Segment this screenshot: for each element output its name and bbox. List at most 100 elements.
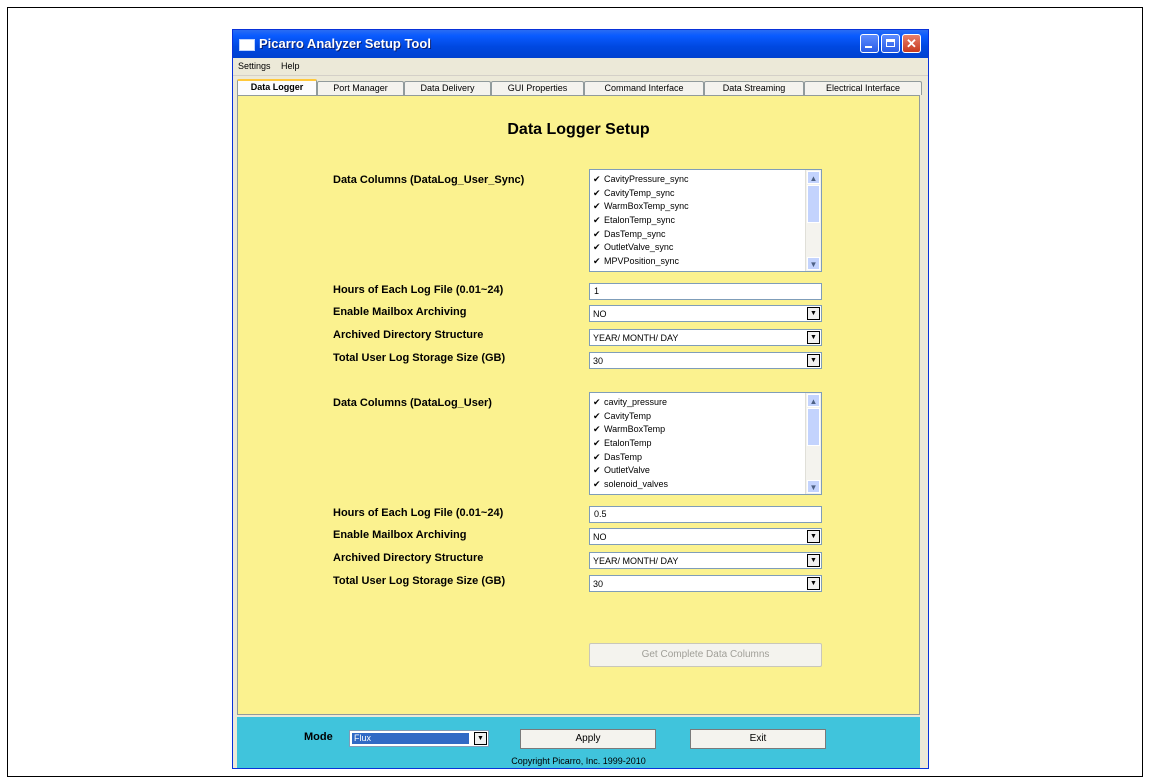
check-icon[interactable]: ✔ (593, 228, 601, 242)
list-item[interactable]: ✔ MPVPosition_sync (593, 255, 805, 269)
minimize-button[interactable] (860, 34, 879, 53)
user-storage-select[interactable]: 30 ▼ (589, 575, 822, 592)
list-item[interactable]: ✔ cavity_pressure (593, 396, 805, 410)
maximize-icon (886, 39, 895, 47)
check-icon[interactable]: ✔ (593, 214, 601, 228)
scroll-thumb[interactable] (807, 185, 820, 223)
menu-settings[interactable]: Settings (238, 61, 271, 71)
tab-bar: Data Logger Port Manager Data Delivery G… (237, 79, 924, 96)
page-title: Data Logger Setup (507, 121, 650, 138)
check-icon[interactable]: ✔ (593, 187, 601, 201)
apply-button[interactable]: Apply (520, 729, 656, 749)
check-icon[interactable]: ✔ (593, 464, 601, 478)
sync-columns-list[interactable]: ✔ CavityPressure_sync ✔ CavityTemp_sync ✔ War… (589, 169, 822, 272)
list-item[interactable]: ✔ EtalonTemp_sync (593, 214, 805, 228)
sync-mailbox-select[interactable]: NO ▼ (589, 305, 822, 322)
chevron-down-icon[interactable]: ▼ (807, 554, 820, 567)
list-item[interactable]: ✔ CavityPressure_sync (593, 173, 805, 187)
scroll-thumb[interactable] (807, 408, 820, 446)
chevron-down-icon[interactable]: ▼ (807, 354, 820, 367)
sync-hours-input[interactable]: 1 (589, 283, 822, 300)
chevron-down-icon[interactable]: ▼ (807, 530, 820, 543)
tab-data-streaming[interactable]: Data Streaming (704, 81, 804, 95)
list-item-label: WarmBoxTemp_sync (604, 201, 689, 212)
list-item[interactable]: ✔ solenoid_valves (593, 478, 805, 492)
chevron-down-icon[interactable]: ▼ (807, 331, 820, 344)
list-item-label: MPVPosition_sync (604, 256, 680, 267)
title-bar[interactable]: Picarro Analyzer Setup Tool ✕ (233, 30, 928, 59)
sync-directory-select[interactable]: YEAR/ MONTH/ DAY ▼ (589, 329, 822, 346)
check-icon[interactable]: ✔ (593, 478, 601, 492)
tab-electrical-interface[interactable]: Electrical Interface (804, 81, 922, 95)
menu-help[interactable]: Help (281, 61, 300, 71)
exit-button[interactable]: Exit (690, 729, 826, 749)
check-icon[interactable]: ✔ (593, 492, 601, 494)
list-item[interactable]: ✔ OutletValve (593, 464, 805, 478)
list-item[interactable]: ✔ DasTemp_sync (593, 228, 805, 242)
user-hours-input[interactable]: 0.5 (589, 506, 822, 523)
list-item[interactable]: ✔ OutletValve_sync (593, 241, 805, 255)
tab-command-interface[interactable]: Command Interface (584, 81, 704, 95)
chevron-down-icon[interactable]: ▼ (807, 577, 820, 590)
check-icon[interactable]: ✔ (593, 269, 601, 271)
mode-select[interactable]: Flux ▼ (349, 730, 489, 747)
list-item[interactable]: ✔ WarmBoxTemp (593, 423, 805, 437)
list-item[interactable]: ✔CH4_sync (593, 269, 805, 271)
list-item-label: OutletValve (604, 465, 650, 476)
sync-columns-items: ✔ CavityPressure_sync ✔ CavityTemp_sync ✔ War… (593, 173, 805, 271)
user-directory-label: Archived Directory Structure (333, 552, 484, 564)
list-item-label: DasTemp (604, 451, 643, 462)
list-item[interactable]: ✔ DasTemp (593, 451, 805, 465)
user-directory-select[interactable]: YEAR/ MONTH/ DAY ▼ (589, 552, 822, 569)
sync-mailbox-label: Enable Mailbox Archiving (333, 306, 467, 318)
chevron-down-icon[interactable]: ▼ (807, 307, 820, 320)
list-item-label: solenoid_valves (604, 479, 669, 490)
list-item-label: cavity_pressure (604, 397, 668, 407)
app-icon (239, 39, 255, 51)
list-item[interactable]: ✔ CavityTemp_sync (593, 187, 805, 201)
get-complete-columns-button[interactable]: Get Complete Data Columns (589, 643, 822, 667)
user-directory-value: YEAR/ MONTH/ DAY (593, 556, 679, 566)
user-mailbox-value: NO (593, 532, 607, 542)
list-item[interactable]: ✔MPVPosition (593, 492, 805, 494)
check-icon[interactable]: ✔ (593, 200, 601, 214)
user-storage-label: Total User Log Storage Size (GB) (333, 575, 506, 587)
sync-mailbox-value: NO (593, 309, 607, 319)
sync-columns-scrollbar[interactable]: ▲ ▼ (805, 170, 821, 271)
list-item[interactable]: ✔ EtalonTemp (593, 437, 805, 451)
check-icon[interactable]: ✔ (593, 423, 601, 437)
sync-storage-select[interactable]: 30 ▼ (589, 352, 822, 369)
check-icon[interactable]: ✔ (593, 437, 601, 451)
check-icon[interactable]: ✔ (593, 451, 601, 465)
user-columns-scrollbar[interactable]: ▲ ▼ (805, 393, 821, 494)
check-icon[interactable]: ✔ (593, 173, 601, 187)
scroll-up-icon[interactable]: ▲ (807, 394, 820, 407)
sync-hours-label: Hours of Each Log File (0.01~24) (333, 284, 504, 296)
tab-port-manager[interactable]: Port Manager (317, 81, 404, 95)
list-item[interactable]: ✔ WarmBoxTemp_sync (593, 200, 805, 214)
mode-label: Mode (304, 731, 333, 743)
scroll-down-icon[interactable]: ▼ (807, 257, 820, 270)
check-icon[interactable]: ✔ (593, 241, 601, 255)
tab-data-logger[interactable]: Data Logger (237, 79, 317, 96)
list-item-label: EtalonTemp_sync (604, 215, 676, 226)
maximize-button[interactable] (881, 34, 900, 53)
minimize-icon (865, 46, 872, 48)
list-item-label: MPVPosition (604, 493, 656, 494)
scroll-up-icon[interactable]: ▲ (807, 171, 820, 184)
user-mailbox-select[interactable]: NO ▼ (589, 528, 822, 545)
check-icon[interactable]: ✔ (593, 396, 601, 410)
sync-directory-label: Archived Directory Structure (333, 329, 484, 341)
check-icon[interactable]: ✔ (593, 255, 601, 269)
check-icon[interactable]: ✔ (593, 410, 601, 424)
chevron-down-icon[interactable]: ▼ (474, 732, 487, 745)
tab-data-delivery[interactable]: Data Delivery (404, 81, 491, 95)
user-columns-list[interactable]: ✔ cavity_pressure ✔ CavityTemp ✔ WarmBoxTemp ✔… (589, 392, 822, 495)
close-icon: ✕ (906, 36, 917, 51)
tab-gui-properties[interactable]: GUI Properties (491, 81, 584, 95)
list-item-label: CavityTemp (604, 410, 652, 421)
window-title: Picarro Analyzer Setup Tool (259, 36, 431, 51)
list-item[interactable]: ✔ CavityTemp (593, 410, 805, 424)
scroll-down-icon[interactable]: ▼ (807, 480, 820, 493)
close-button[interactable]: ✕ (902, 34, 921, 53)
